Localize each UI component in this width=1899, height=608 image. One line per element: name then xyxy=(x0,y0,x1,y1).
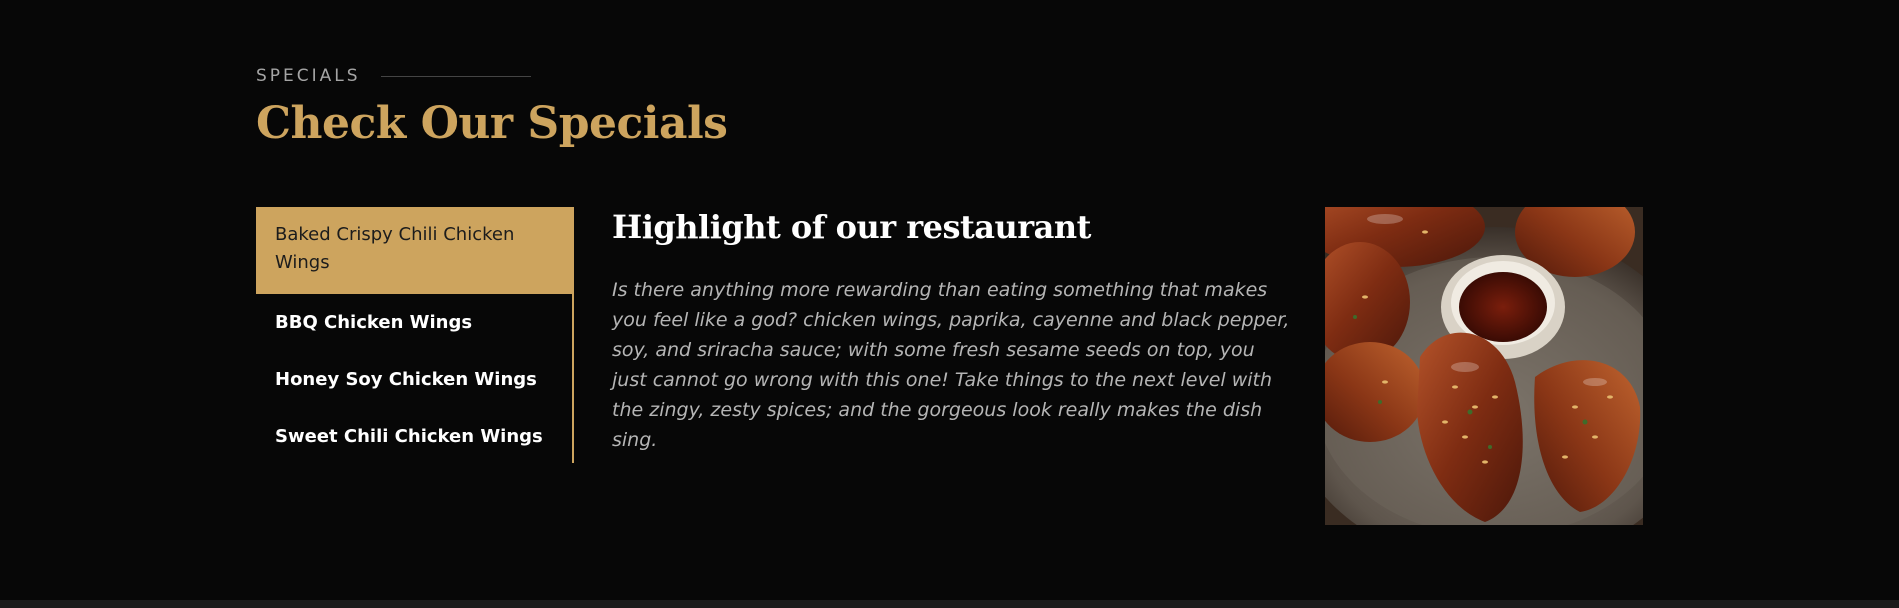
content-description: Is there anything more rewarding than ea… xyxy=(612,279,1290,451)
tab-baked-crispy-chili-chicken-wings[interactable]: Baked Crispy Chili Chicken Wings xyxy=(256,207,574,294)
section-title: Check Our Specials xyxy=(256,98,728,149)
bottom-divider xyxy=(0,600,1899,608)
eyebrow-divider xyxy=(380,75,531,77)
tab-honey-soy-chicken-wings[interactable]: Honey Soy Chicken Wings xyxy=(256,351,572,408)
section-eyebrow: SPECIALS xyxy=(256,66,361,86)
section-header: SPECIALS Check Our Specials xyxy=(256,64,1156,150)
specials-tab-list: Baked Crispy Chili Chicken Wings BBQ Chi… xyxy=(256,207,574,463)
tab-bbq-chicken-wings[interactable]: BBQ Chicken Wings xyxy=(256,294,572,351)
eyebrow-row: SPECIALS xyxy=(256,64,1156,88)
tab-sweet-chili-chicken-wings[interactable]: Sweet Chili Chicken Wings xyxy=(256,408,572,465)
content-title: Highlight of our restaurant xyxy=(612,208,1091,246)
specials-section: SPECIALS Check Our Specials Baked Crispy… xyxy=(0,0,1899,608)
chicken-wings-photo xyxy=(1325,207,1643,525)
dish-image xyxy=(1325,207,1643,525)
tab-content-panel: Highlight of our restaurant Is there any… xyxy=(612,207,1292,455)
